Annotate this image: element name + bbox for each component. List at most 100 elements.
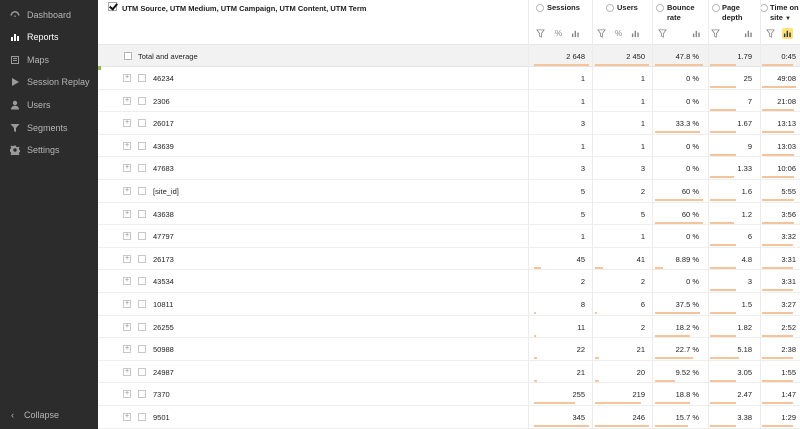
table-row[interactable]: + [site_id] 5 2 60 % 1.6 5:55	[98, 180, 800, 203]
expand-icon[interactable]: +	[123, 74, 131, 82]
column-users[interactable]: Users	[617, 3, 638, 13]
bar-time-on-site	[762, 221, 795, 224]
report-table: UTM Source, UTM Medium, UTM Campaign, UT…	[98, 0, 800, 429]
expand-icon[interactable]: +	[123, 164, 131, 173]
bar-time-on-site	[762, 425, 793, 427]
row-checkbox[interactable]	[138, 187, 146, 195]
row-checkbox[interactable]	[138, 119, 146, 128]
column-bounce-rate[interactable]: Bounce rate	[667, 3, 707, 23]
chart-toggle-icon[interactable]	[782, 28, 793, 39]
bar-bounce-rate	[655, 334, 690, 337]
table-row[interactable]: +7370 255 219 18.8 % 2.47 1:47	[98, 383, 800, 406]
row-checkbox[interactable]	[138, 232, 146, 241]
cell-users: 41	[636, 254, 645, 264]
cell-time-on-site: 1:29	[781, 413, 796, 422]
filter-icon[interactable]	[657, 28, 668, 39]
sidebar-item-settings[interactable]: Settings	[0, 139, 98, 161]
row-checkbox[interactable]	[138, 277, 146, 286]
row-checkbox[interactable]	[138, 300, 146, 308]
filter-icon[interactable]	[710, 28, 721, 39]
sort-users-radio[interactable]	[606, 4, 614, 12]
sidebar-item-maps[interactable]: Maps	[0, 49, 98, 71]
table-row[interactable]: +50988 22 21 22.7 % 5.18 2:38	[98, 338, 800, 361]
column-time-on-site[interactable]: Time on site ▼	[770, 3, 800, 24]
bar-bounce-rate	[655, 199, 703, 201]
row-checkbox[interactable]	[138, 96, 146, 105]
expand-icon[interactable]: +	[123, 254, 131, 263]
collapse-button[interactable]: ‹ Collapse	[0, 404, 98, 426]
percent-icon[interactable]: %	[553, 28, 564, 39]
row-checkbox[interactable]	[138, 413, 146, 421]
table-row[interactable]: +26173 45 41 8.89 % 4.8 3:31	[98, 248, 800, 271]
row-label: 47797	[153, 232, 174, 242]
sidebar-item-dashboard[interactable]: Dashboard	[0, 4, 98, 26]
row-checkbox[interactable]	[138, 74, 146, 82]
filter-icon[interactable]	[596, 28, 607, 39]
cell-bounce-rate: 0 %	[686, 74, 699, 83]
table-row[interactable]: +46234 1 1 0 % 25 49:08	[98, 67, 800, 90]
total-sessions: 2 648	[566, 52, 585, 61]
row-checkbox[interactable]	[138, 322, 146, 331]
expand-icon[interactable]: +	[123, 232, 131, 241]
table-row[interactable]: +10811 8 6 37.5 % 1.5 3:27	[98, 293, 800, 316]
sort-sessions-radio[interactable]	[536, 4, 544, 12]
row-checkbox[interactable]	[138, 164, 146, 173]
expand-icon[interactable]: +	[123, 413, 131, 421]
column-divider	[760, 0, 761, 429]
table-row[interactable]: +47797 1 1 0 % 6 3:32	[98, 225, 800, 248]
table-row[interactable]: +24987 21 20 9.52 % 3.05 1:55	[98, 361, 800, 384]
cell-bounce-rate: 8.89 %	[675, 254, 699, 264]
cell-users: 5	[640, 209, 645, 219]
table-row[interactable]: +26255 11 2 18.2 % 1.82 2:52	[98, 316, 800, 339]
chart-toggle-icon[interactable]	[743, 28, 754, 39]
table-row[interactable]: +47683 3 3 0 % 1.33 10:06	[98, 157, 800, 180]
table-row[interactable]: +43639 1 1 0 % 9 13:03	[98, 135, 800, 158]
chart-toggle-icon[interactable]	[691, 28, 702, 39]
chart-toggle-icon[interactable]	[570, 28, 581, 39]
expand-icon[interactable]: +	[123, 187, 131, 195]
table-row[interactable]: +9501 345 246 15.7 % 3.38 1:29	[98, 406, 800, 429]
chart-toggle-icon[interactable]	[630, 28, 641, 39]
expand-icon[interactable]: +	[123, 322, 131, 331]
table-row[interactable]: +43534 2 2 0 % 3 3:31	[98, 270, 800, 293]
filter-icon[interactable]	[765, 28, 776, 39]
cell-sessions: 2	[580, 277, 585, 287]
expand-icon[interactable]: +	[123, 96, 131, 105]
column-sessions[interactable]: Sessions	[547, 3, 580, 13]
cell-time-on-site: 3:27	[781, 300, 796, 309]
expand-icon[interactable]: +	[123, 209, 131, 218]
expand-icon[interactable]: +	[123, 300, 131, 308]
dimension-checkbox[interactable]	[108, 2, 117, 11]
expand-icon[interactable]: +	[123, 119, 131, 128]
percent-icon[interactable]: %	[613, 28, 624, 39]
row-checkbox[interactable]	[138, 345, 146, 354]
sort-time-radio[interactable]	[760, 4, 768, 12]
expand-icon[interactable]: +	[123, 141, 131, 150]
sort-bounce-radio[interactable]	[656, 4, 664, 12]
table-row[interactable]: +43638 5 5 60 % 1.2 3:56	[98, 203, 800, 226]
expand-icon[interactable]: +	[123, 390, 131, 399]
sidebar-item-session-replay[interactable]: Session Replay	[0, 71, 98, 93]
expand-icon[interactable]: +	[123, 345, 131, 354]
sidebar-item-reports[interactable]: Reports	[0, 26, 98, 48]
sidebar-item-segments[interactable]: Segments	[0, 117, 98, 139]
table-row[interactable]: +2306 1 1 0 % 7 21:08	[98, 90, 800, 113]
total-bar-bounce-rate	[655, 64, 703, 66]
sidebar-item-users[interactable]: Users	[0, 94, 98, 116]
row-checkbox[interactable]	[138, 141, 146, 150]
expand-icon[interactable]: +	[123, 277, 131, 286]
expand-icon[interactable]: +	[123, 367, 131, 376]
row-checkbox[interactable]	[138, 209, 146, 218]
total-checkbox[interactable]	[124, 52, 132, 60]
row-checkbox[interactable]	[138, 254, 146, 263]
table-row[interactable]: +26017 3 1 33.3 % 1.67 13:13	[98, 112, 800, 135]
filter-icon	[9, 123, 20, 134]
column-page-depth[interactable]: Page depth	[722, 3, 756, 23]
cell-bounce-rate: 0 %	[686, 277, 699, 287]
row-checkbox[interactable]	[138, 390, 146, 399]
sidebar: Dashboard Reports Maps Session Replay Us…	[0, 0, 98, 429]
row-checkbox[interactable]	[138, 367, 146, 376]
sort-depth-radio[interactable]	[712, 4, 720, 12]
filter-icon[interactable]	[535, 28, 546, 39]
cell-users: 1	[640, 232, 645, 242]
